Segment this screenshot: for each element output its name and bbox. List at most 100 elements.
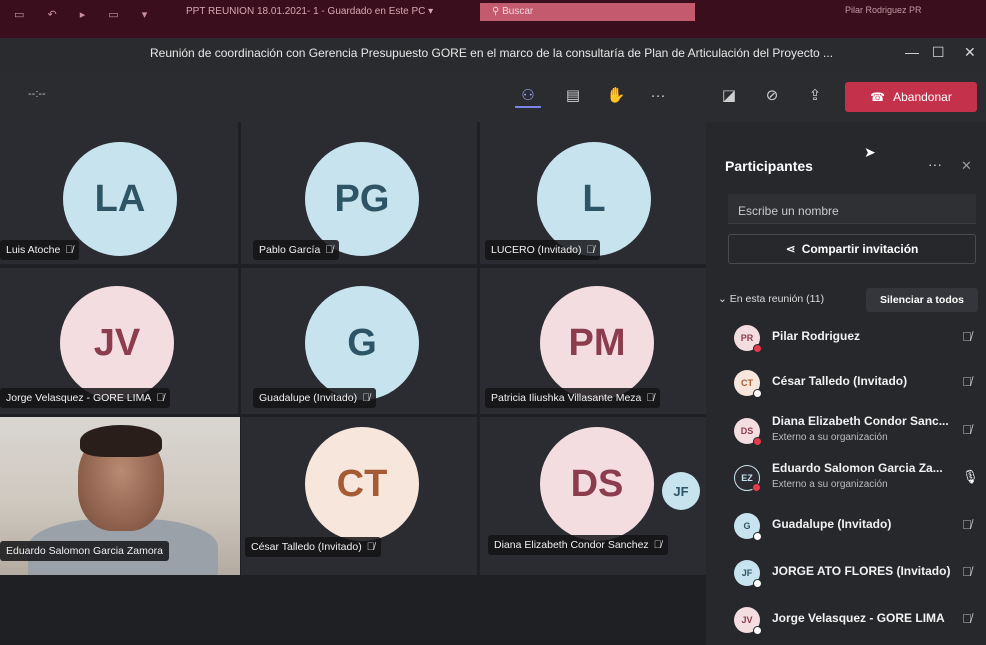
more-actions-icon[interactable]: ··· (645, 84, 671, 108)
mic-muted-icon: 🎙̸ (156, 392, 165, 404)
participant-nameplate: LUCERO (Invitado) 🎙̸ (485, 240, 601, 260)
video-feed[interactable]: Eduardo Salomon Garcia Zamora (0, 417, 240, 575)
status-dot (753, 532, 762, 541)
mic-muted-icon: 🎙̸ (325, 244, 334, 256)
panel-title: Participantes (725, 158, 813, 174)
avatar-initials: JF (741, 568, 753, 578)
participant-name: Jorge Velasquez - GORE LIMA (6, 392, 152, 404)
participant-name: César Talledo (Invitado) (251, 541, 362, 553)
mic-muted-icon: 🎙̸ (962, 329, 972, 344)
participant-nameplate: Pablo García 🎙̸ (253, 240, 340, 260)
video-grid: LA Luis Atoche 🎙̸ PG Pablo García 🎙̸ L LUC… (0, 122, 706, 642)
panel-more-icon[interactable]: ··· (928, 156, 942, 172)
avatar-initials: EZ (741, 473, 753, 483)
share-invite-button[interactable]: ⋖ Compartir invitación (728, 234, 976, 264)
mic-muted-icon: 🎙̸ (962, 422, 972, 437)
meeting-timer: --:-- (28, 88, 46, 100)
mic-muted-icon: 🎙̸ (653, 539, 662, 551)
avatar: CT (734, 370, 762, 398)
leave-button[interactable]: ☎ Abandonar (845, 82, 977, 112)
participant-row[interactable]: CT César Talledo (Invitado) 🎙̸ (706, 360, 986, 406)
share-screen-icon[interactable]: ⇪ (802, 84, 828, 108)
minimize-icon[interactable]: — (905, 44, 919, 60)
panel-close-icon[interactable]: ✕ (961, 158, 972, 174)
share-icon: ⋖ (785, 242, 796, 256)
participant-name: Guadalupe (Invitado) (772, 517, 892, 531)
avatar: PM (540, 286, 654, 400)
person-hair (80, 425, 162, 457)
leave-label: Abandonar (893, 90, 952, 104)
chat-icon[interactable]: ▤ (560, 84, 586, 108)
mic-muted-icon: 🎙̸ (962, 611, 972, 626)
avatar: DS (734, 418, 762, 446)
participant-row[interactable]: EZ Eduardo Salomon Garcia Za... Externo … (706, 455, 986, 501)
mouse-cursor-icon: ➤ (864, 144, 876, 160)
ppt-document-title: PPT REUNION 18.01.2021- 1 - Guardado en … (186, 6, 434, 17)
participant-search-input[interactable]: Escribe un nombre (728, 194, 976, 224)
mic-muted-icon: 🎙̸ (646, 392, 655, 404)
participants-icon[interactable]: ⚇ (515, 84, 541, 108)
participant-name: Eduardo Salomon Garcia Zamora (6, 545, 163, 557)
participant-name: Luis Atoche (6, 244, 61, 256)
self-avatar[interactable]: JF (662, 472, 700, 510)
section-header[interactable]: ⌄ En esta reunión (11) (718, 293, 824, 305)
video-tile[interactable]: L LUCERO (Invitado) 🎙̸ (480, 122, 706, 264)
participant-name: JORGE ATO FLORES (Invitado) (772, 564, 951, 578)
ppt-search-box[interactable]: ⚲ Buscar (480, 3, 695, 21)
participant-nameplate: Guadalupe (Invitado) 🎙̸ (253, 388, 376, 408)
camera-off-icon[interactable]: ◪ (716, 84, 742, 108)
participant-row[interactable]: PR Pilar Rodriguez 🎙̸ (706, 315, 986, 361)
video-tile[interactable]: JV Jorge Velasquez - GORE LIMA 🎙̸ (0, 268, 238, 414)
ppt-user-name: Pilar Rodriguez PR (845, 5, 922, 15)
avatar: PG (305, 142, 419, 256)
participant-row[interactable]: G Guadalupe (Invitado) 🎙̸ (706, 503, 986, 549)
avatar-initials: G (743, 521, 751, 531)
participant-name: Pablo García (259, 244, 321, 256)
participant-subtext: Externo a su organización (772, 479, 888, 490)
participant-name: Jorge Velasquez - GORE LIMA (772, 611, 945, 625)
participant-nameplate: Diana Elizabeth Condor Sanchez 🎙̸ (488, 535, 668, 555)
mic-on-icon: 🎙 (962, 469, 979, 484)
avatar-initials: CT (741, 378, 753, 388)
participant-name: Guadalupe (Invitado) (259, 392, 358, 404)
participant-name: Diana Elizabeth Condor Sanc... (772, 414, 949, 428)
mic-off-icon[interactable]: ⊘ (759, 84, 785, 108)
participants-panel: Participantes ··· ✕ Escribe un nombre ⋖ … (706, 122, 986, 645)
powerpoint-title-bar: ▭ ↶ ▸ ▭ ▾ PPT REUNION 18.01.2021- 1 - Gu… (0, 0, 986, 38)
participant-row[interactable]: JV Jorge Velasquez - GORE LIMA 🎙̸ (706, 597, 986, 643)
participant-nameplate: Patricia Iliushka Villasante Meza 🎙̸ (485, 388, 661, 408)
avatar: PR (734, 325, 762, 353)
participant-name: Pilar Rodriguez (772, 329, 861, 343)
avatar: G (305, 286, 419, 400)
mic-muted-icon: 🎙̸ (586, 244, 595, 256)
participant-name: Eduardo Salomon Garcia Za... (772, 461, 943, 475)
participant-name: Patricia Iliushka Villasante Meza (491, 392, 642, 404)
avatar: LA (63, 142, 177, 256)
video-tile[interactable]: CT César Talledo (Invitado) 🎙̸ (241, 417, 477, 575)
mute-all-button[interactable]: Silenciar a todos (866, 288, 978, 312)
avatar: EZ (734, 465, 761, 492)
video-tile[interactable]: PG Pablo García 🎙̸ (241, 122, 477, 264)
avatar: JV (60, 286, 174, 400)
participant-row[interactable]: JF JORGE ATO FLORES (Invitado) 🎙̸ (706, 550, 986, 596)
video-tile[interactable]: G Guadalupe (Invitado) 🎙̸ (241, 268, 477, 414)
close-icon[interactable]: ✕ (964, 44, 976, 61)
maximize-icon[interactable]: ☐ (932, 44, 945, 61)
meeting-title-bar: Reunión de coordinación con Gerencia Pre… (0, 38, 986, 72)
video-tile[interactable]: PM Patricia Iliushka Villasante Meza 🎙̸ (480, 268, 706, 414)
mic-muted-icon: 🎙̸ (962, 517, 972, 532)
participant-nameplate: César Talledo (Invitado) 🎙̸ (245, 537, 381, 557)
participant-name: LUCERO (Invitado) (491, 244, 582, 256)
status-dot (753, 579, 762, 588)
participant-nameplate: Eduardo Salomon Garcia Zamora (0, 541, 169, 561)
ppt-search-label: Buscar (502, 6, 534, 17)
video-tile[interactable]: LA Luis Atoche 🎙̸ (0, 122, 238, 264)
mic-muted-icon: 🎙̸ (362, 392, 370, 404)
meeting-toolbar: --:-- ⚇ ▤ ✋ ··· ◪ ⊘ ⇪ ☎ Abandonar (0, 72, 986, 122)
status-dot (753, 437, 762, 446)
raise-hand-icon[interactable]: ✋ (603, 84, 629, 108)
participant-nameplate: Luis Atoche 🎙̸ (0, 240, 80, 260)
quick-access-icons[interactable]: ▭ ↶ ▸ ▭ ▾ (14, 8, 157, 21)
mic-muted-icon: 🎙̸ (962, 564, 972, 579)
participant-row[interactable]: DS Diana Elizabeth Condor Sanc... Extern… (706, 408, 986, 454)
